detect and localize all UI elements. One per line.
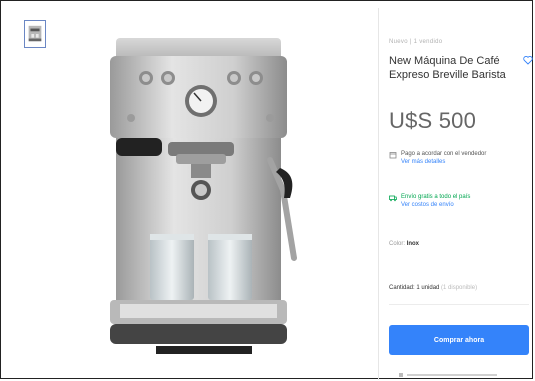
- image-thumbnail[interactable]: [24, 20, 46, 48]
- panel-divider: [378, 8, 379, 380]
- payment-details-link[interactable]: Ver más detalles: [401, 158, 486, 166]
- product-title: New Máquina De Café Expreso Breville Bar…: [389, 55, 506, 81]
- truck-icon: [389, 195, 397, 202]
- product-image: [110, 38, 297, 354]
- product-price: U$S 500: [389, 108, 477, 133]
- payment-text: Pago a acordar con el vendedor: [401, 151, 487, 157]
- bottom-truncated-text: [399, 373, 497, 377]
- purchase-panel: Nuevo | 1 vendido New Máquina De Café Ex…: [389, 0, 535, 381]
- favorite-heart-icon[interactable]: [523, 55, 533, 65]
- color-label: Color:: [389, 241, 406, 247]
- quantity-underline: [389, 304, 529, 305]
- quantity-label: Cantidad: 1 unidad: [389, 285, 440, 291]
- buy-now-button[interactable]: Comprar ahora: [389, 325, 529, 355]
- color-value: Inox: [406, 241, 420, 247]
- color-info: Color: Inox: [389, 241, 419, 247]
- shipping-info-row: Envío gratis a todo el país Ver costos d…: [389, 193, 470, 209]
- quantity-selector[interactable]: Cantidad: 1 unidad (1 disponible): [389, 285, 477, 291]
- condition-sold-label: Nuevo | 1 vendido: [389, 39, 443, 45]
- espresso-thumbnail-icon: [26, 23, 44, 45]
- quantity-available: (1 disponible): [441, 285, 478, 291]
- payment-info-row: Pago a acordar con el vendedor Ver más d…: [389, 150, 486, 166]
- free-shipping-text: Envío gratis a todo el país: [401, 194, 471, 200]
- shipping-costs-link[interactable]: Ver costos de envío: [401, 201, 470, 209]
- calendar-icon: [389, 152, 397, 159]
